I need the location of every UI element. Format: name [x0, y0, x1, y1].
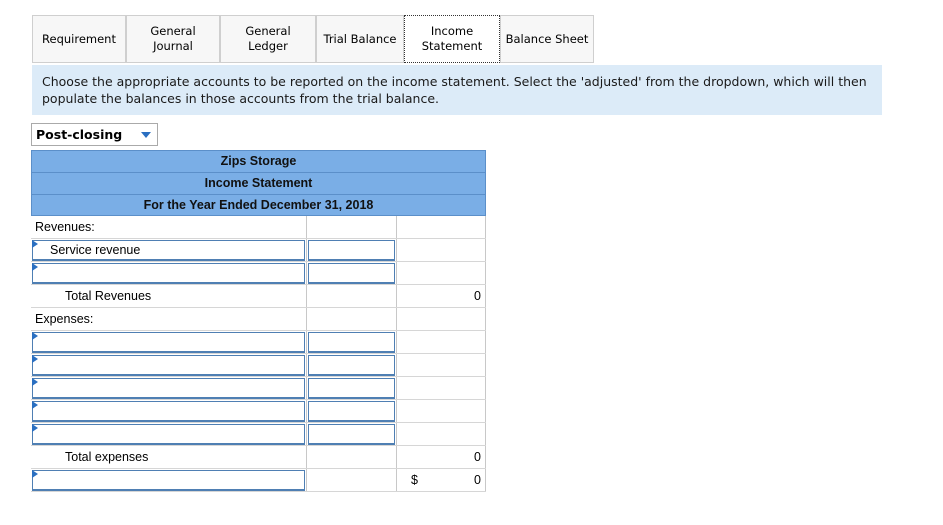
amount-input[interactable]	[308, 332, 395, 353]
tab-bar: Requirement General Journal General Ledg…	[32, 15, 594, 65]
amount-input[interactable]	[308, 424, 395, 445]
table-row	[31, 354, 486, 377]
table-row	[31, 423, 486, 446]
tab-general-ledger[interactable]: General Ledger	[220, 15, 316, 63]
table-row: $0	[31, 469, 486, 492]
account-select[interactable]	[32, 470, 305, 491]
table-row	[31, 377, 486, 400]
dropdown-marker-icon	[32, 470, 38, 478]
dropdown-selected-value: Post-closing	[36, 127, 123, 142]
account-select[interactable]	[32, 378, 305, 399]
total-expenses-label: Total expenses	[65, 450, 149, 464]
table-row: Total Revenues 0	[31, 285, 486, 308]
balance-type-dropdown[interactable]: Post-closing	[31, 123, 158, 146]
account-select[interactable]	[32, 263, 305, 284]
tab-balance-sheet[interactable]: Balance Sheet	[500, 15, 594, 63]
dropdown-marker-icon	[32, 401, 38, 409]
account-select[interactable]	[32, 424, 305, 445]
dropdown-marker-icon	[32, 263, 38, 271]
amount-input[interactable]	[308, 378, 395, 399]
table-row	[31, 331, 486, 354]
table-row: Revenues:	[31, 216, 486, 239]
account-select[interactable]	[32, 355, 305, 376]
amount-input[interactable]	[308, 263, 395, 284]
amount-input[interactable]	[308, 355, 395, 376]
dropdown-marker-icon	[32, 378, 38, 386]
net-income-value: 0	[474, 473, 481, 487]
amount-input[interactable]	[308, 401, 395, 422]
statement-period: For the Year Ended December 31, 2018	[31, 194, 486, 216]
tab-trial-balance[interactable]: Trial Balance	[316, 15, 404, 63]
account-select[interactable]	[32, 332, 305, 353]
total-expenses-value: 0	[474, 450, 481, 464]
dropdown-marker-icon	[32, 424, 38, 432]
revenues-label: Revenues:	[35, 220, 95, 234]
table-row: Total expenses 0	[31, 446, 486, 469]
tab-requirement[interactable]: Requirement	[32, 15, 126, 63]
tab-income-statement[interactable]: Income Statement	[404, 15, 500, 63]
table-row: Expenses:	[31, 308, 486, 331]
company-name: Zips Storage	[31, 150, 486, 172]
statement-title: Income Statement	[31, 172, 486, 194]
table-row	[31, 400, 486, 423]
total-revenues-value: 0	[474, 289, 481, 303]
table-row	[31, 262, 486, 285]
tab-general-journal[interactable]: General Journal	[126, 15, 220, 63]
account-name: Service revenue	[50, 243, 141, 257]
income-statement-form: Zips Storage Income Statement For the Ye…	[31, 150, 486, 492]
instructions: Choose the appropriate accounts to be re…	[32, 65, 882, 115]
currency-symbol: $	[411, 473, 418, 487]
total-revenues-label: Total Revenues	[65, 289, 152, 303]
account-select[interactable]	[32, 401, 305, 422]
dropdown-marker-icon	[32, 240, 38, 248]
dropdown-marker-icon	[32, 355, 38, 363]
table-row: Service revenue	[31, 239, 486, 262]
chevron-down-icon	[141, 132, 151, 138]
account-select[interactable]: Service revenue	[32, 240, 305, 261]
expenses-label: Expenses:	[35, 312, 94, 326]
amount-input[interactable]	[308, 240, 395, 261]
dropdown-marker-icon	[32, 332, 38, 340]
